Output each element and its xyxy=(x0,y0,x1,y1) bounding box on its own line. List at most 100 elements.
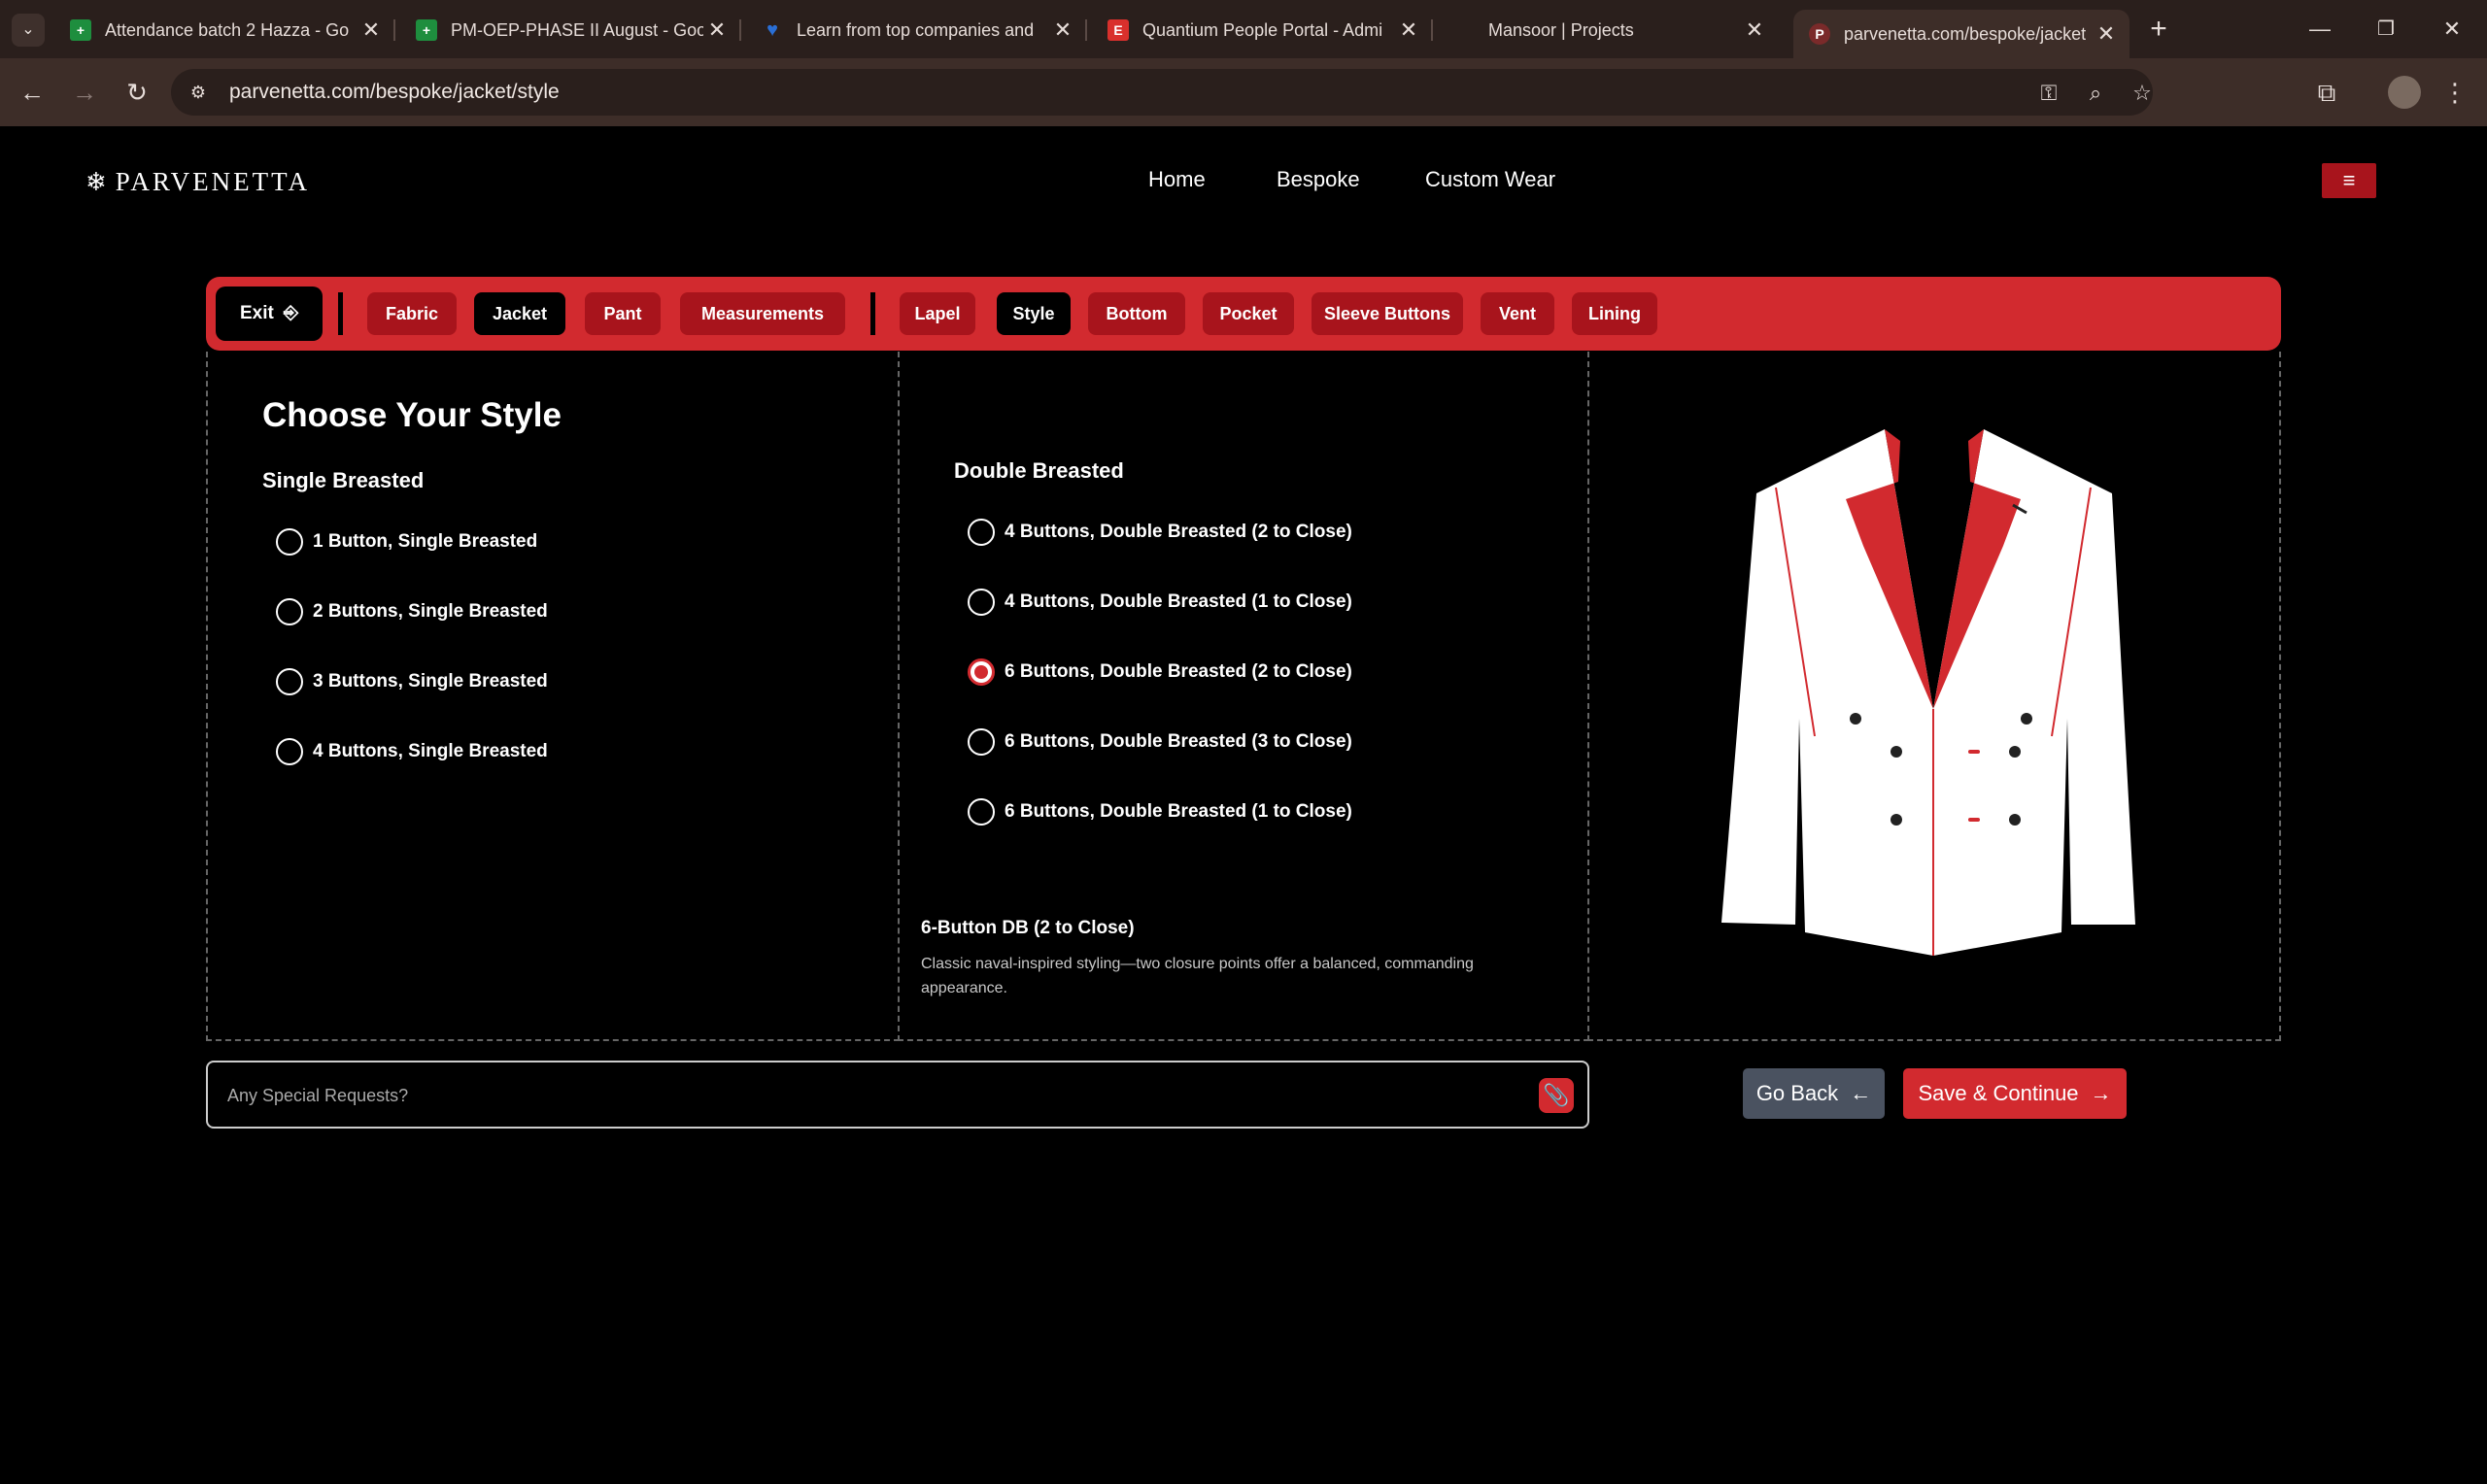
option-label: 4 Buttons, Double Breasted (1 to Close) xyxy=(1005,591,1352,612)
option-label: 6 Buttons, Double Breasted (1 to Close) xyxy=(1005,801,1352,822)
step-fabric[interactable]: Fabric xyxy=(367,292,457,335)
tab-title: Quantium People Portal - Admi xyxy=(1142,19,1383,40)
forward-arrow-icon[interactable]: → xyxy=(68,76,101,109)
option-double-3[interactable]: 6 Buttons, Double Breasted (2 to Close) xyxy=(968,658,1352,686)
browser-tab[interactable]: Mansoor | Projects ✕ xyxy=(1438,10,1778,51)
radio-button[interactable] xyxy=(276,528,303,556)
radio-button-selected[interactable] xyxy=(968,658,995,686)
step-measurements[interactable]: Measurements xyxy=(680,292,845,335)
go-back-label: Go Back xyxy=(1755,1081,1839,1105)
option-label: 1 Button, Single Breasted xyxy=(313,531,538,552)
button xyxy=(1891,814,1902,826)
option-single-1[interactable]: 1 Button, Single Breasted xyxy=(276,528,537,556)
special-requests-input[interactable] xyxy=(227,1080,1490,1111)
option-single-4[interactable]: 4 Buttons, Single Breasted xyxy=(276,738,548,765)
heart-icon: ♥ xyxy=(767,18,778,41)
tab-title: PM-OEP-PHASE II August - Goo xyxy=(451,19,703,40)
radio-button[interactable] xyxy=(968,519,995,546)
option-label: 6 Buttons, Double Breasted (3 to Close) xyxy=(1005,731,1352,752)
hamburger-menu-icon[interactable]: ≡ xyxy=(2322,163,2376,198)
substep-pocket[interactable]: Pocket xyxy=(1203,292,1294,335)
save-continue-button[interactable]: Save & Continue → xyxy=(1903,1068,2127,1119)
address-bar[interactable]: ⚙ parvenetta.com/bespoke/jacket/style ⚿ … xyxy=(171,69,2153,116)
tab-title: Mansoor | Projects xyxy=(1488,19,1634,40)
close-icon[interactable]: ✕ xyxy=(358,17,385,43)
button xyxy=(1850,713,1861,725)
option-single-2[interactable]: 2 Buttons, Single Breasted xyxy=(276,598,548,625)
browser-tab-strip: ⌄ + Attendance batch 2 Hazza - Go ✕ + PM… xyxy=(0,0,2487,58)
step-jacket[interactable]: Jacket xyxy=(474,292,565,335)
paperclip-icon[interactable]: 📎 xyxy=(1539,1078,1574,1113)
tab-search-icon[interactable]: ⌄ xyxy=(12,14,45,47)
radio-button[interactable] xyxy=(968,728,995,756)
option-label: 4 Buttons, Single Breasted xyxy=(313,741,548,761)
nav-home[interactable]: Home xyxy=(1148,167,1206,192)
substep-vent[interactable]: Vent xyxy=(1481,292,1554,335)
button xyxy=(1891,746,1902,758)
site-logo[interactable]: ❄ PARVENETTA xyxy=(85,167,310,197)
option-single-3[interactable]: 3 Buttons, Single Breasted xyxy=(276,668,548,695)
parvenetta-icon: P xyxy=(1809,23,1830,45)
nav-bespoke[interactable]: Bespoke xyxy=(1277,167,1360,192)
option-double-2[interactable]: 4 Buttons, Double Breasted (1 to Close) xyxy=(968,589,1352,616)
double-breasted-heading: Double Breasted xyxy=(954,458,1124,483)
special-requests-box: 📎 xyxy=(206,1061,1589,1129)
restore-icon[interactable]: ❐ xyxy=(2367,12,2405,47)
door-exit-icon: ⎆ xyxy=(283,303,299,323)
reload-icon[interactable]: ↻ xyxy=(120,76,153,109)
radio-button[interactable] xyxy=(276,668,303,695)
close-icon[interactable]: ✕ xyxy=(703,17,731,43)
window-close-icon[interactable]: ✕ xyxy=(2433,12,2471,47)
style-description-text: Classic naval-inspired styling—two closu… xyxy=(921,956,1474,996)
option-label: 2 Buttons, Single Breasted xyxy=(313,601,548,622)
radio-button[interactable] xyxy=(276,598,303,625)
key-icon[interactable]: ⚿ xyxy=(2036,81,2061,106)
back-arrow-icon[interactable]: ← xyxy=(16,76,49,109)
site-info-icon[interactable]: ⚙ xyxy=(187,81,210,104)
step-pant[interactable]: Pant xyxy=(585,292,661,335)
substep-style[interactable]: Style xyxy=(997,292,1071,335)
option-label: 4 Buttons, Double Breasted (2 to Close) xyxy=(1005,522,1352,542)
go-back-button[interactable]: Go Back ← xyxy=(1743,1068,1885,1119)
minimize-icon[interactable]: — xyxy=(2300,12,2339,47)
nav-custom-wear[interactable]: Custom Wear xyxy=(1425,167,1555,192)
browser-tab[interactable]: ♥ Learn from top companies and ✕ xyxy=(746,10,1087,51)
option-label: 3 Buttons, Single Breasted xyxy=(313,671,548,691)
sheets-icon: + xyxy=(416,19,437,41)
browser-tab[interactable]: + Attendance batch 2 Hazza - Go ✕ xyxy=(54,10,395,51)
sheets-icon: + xyxy=(70,19,91,41)
more-menu-icon[interactable]: ⋮ xyxy=(2438,76,2471,109)
avatar[interactable] xyxy=(2388,76,2421,109)
browser-tab[interactable]: E Quantium People Portal - Admi ✕ xyxy=(1092,10,1433,51)
close-icon[interactable]: ✕ xyxy=(2093,21,2120,47)
snowflake-icon: ❄ xyxy=(85,167,110,196)
extensions-icon[interactable]: ⧉ xyxy=(2310,76,2343,109)
url-text[interactable]: parvenetta.com/bespoke/jacket/style xyxy=(229,81,560,104)
step-navigation: Exit ⎆ Fabric Jacket Pant Measurements L… xyxy=(206,277,2281,351)
zoom-icon[interactable]: ⌕ xyxy=(2083,81,2108,106)
close-icon[interactable]: ✕ xyxy=(1741,17,1768,43)
substep-lapel[interactable]: Lapel xyxy=(900,292,975,335)
option-double-1[interactable]: 4 Buttons, Double Breasted (2 to Close) xyxy=(968,519,1352,546)
button xyxy=(2009,746,2021,758)
single-breasted-heading: Single Breasted xyxy=(262,468,425,492)
new-tab-icon[interactable]: + xyxy=(2139,12,2178,47)
substep-sleeve-buttons[interactable]: Sleeve Buttons xyxy=(1312,292,1463,335)
option-double-5[interactable]: 6 Buttons, Double Breasted (1 to Close) xyxy=(968,798,1352,826)
browser-tab-active[interactable]: P parvenetta.com/bespoke/jacket ✕ xyxy=(1793,10,2129,58)
browser-tab[interactable]: + PM-OEP-PHASE II August - Goo ✕ xyxy=(400,10,741,51)
blank-page-icon xyxy=(1453,19,1475,41)
radio-button[interactable] xyxy=(968,798,995,826)
jacket-preview-image xyxy=(1721,429,2135,956)
close-icon[interactable]: ✕ xyxy=(1395,17,1422,43)
star-icon[interactable]: ☆ xyxy=(2129,81,2155,106)
radio-button[interactable] xyxy=(968,589,995,616)
exit-button[interactable]: Exit ⎆ xyxy=(216,287,323,341)
substep-bottom[interactable]: Bottom xyxy=(1088,292,1185,335)
substep-lining[interactable]: Lining xyxy=(1572,292,1657,335)
option-double-4[interactable]: 6 Buttons, Double Breasted (3 to Close) xyxy=(968,728,1352,756)
arrow-left-icon: ← xyxy=(1850,1081,1872,1105)
e-icon: E xyxy=(1107,19,1129,41)
close-icon[interactable]: ✕ xyxy=(1049,17,1076,43)
radio-button[interactable] xyxy=(276,738,303,765)
